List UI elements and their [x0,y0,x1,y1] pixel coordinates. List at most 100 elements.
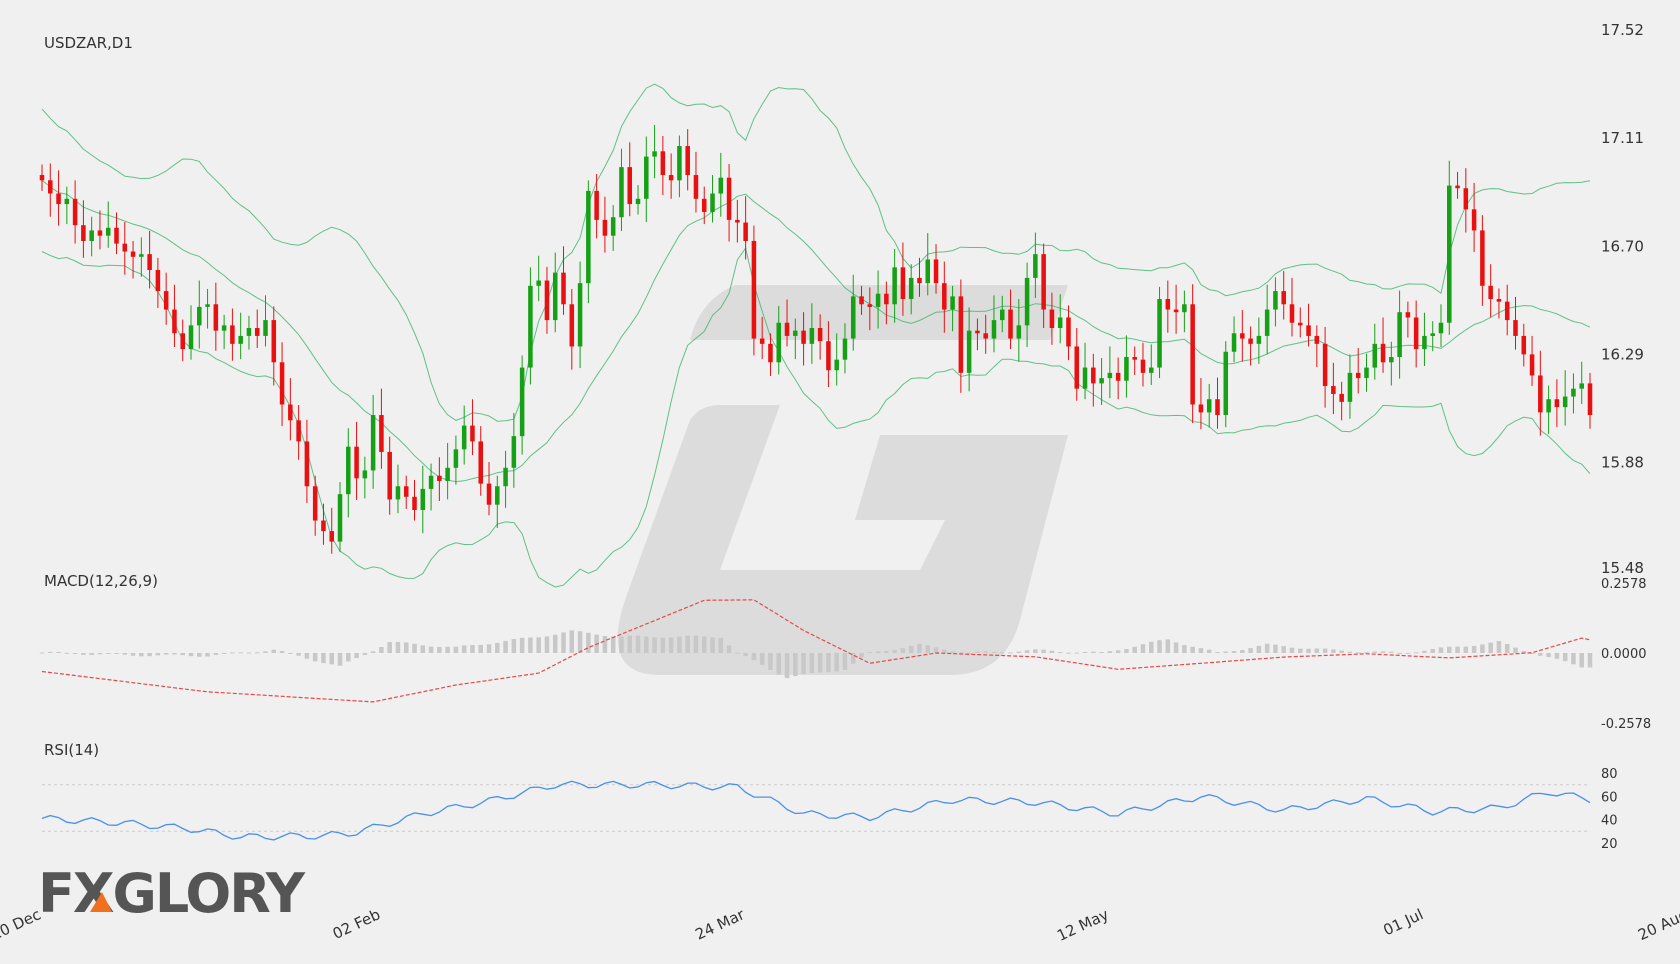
macd-bar [1190,646,1195,653]
macd-title: MACD(12,26,9) [44,572,158,590]
candle [1240,310,1245,362]
candle [486,461,492,516]
macd-bar [1364,652,1369,654]
macd-bar [917,643,922,653]
macd-bar [710,637,715,653]
macd-bar [437,646,442,653]
macd-bar [1504,643,1510,653]
macd-bar [561,632,566,653]
macd-bar [1057,652,1063,654]
macd-bar [296,653,301,656]
candle [751,225,757,356]
macd-bar [1115,650,1121,653]
candle [130,240,136,279]
candle [461,405,467,465]
macd-bar [1389,651,1394,653]
macd-bar [1140,644,1146,653]
candle [577,261,583,369]
macd-bar [768,653,773,670]
candle [1554,379,1560,428]
candle [1190,284,1195,423]
macd-bar [1587,653,1593,668]
macd-bar [114,653,119,654]
macd-bar [875,651,881,653]
macd-bar [718,637,724,653]
macd-bar [660,637,666,653]
candle [586,180,591,304]
candle [1314,325,1320,368]
macd-bar [950,651,955,653]
candle [412,479,417,521]
candle [1413,300,1419,368]
macd-bar [511,639,517,653]
candle [89,216,94,257]
candle [1148,344,1154,385]
macd-bar [1480,644,1485,653]
candle [437,457,442,502]
macd-bar [958,652,964,654]
macd-bar [1447,646,1452,653]
macd-bar [942,649,947,653]
macd-bar [975,651,980,653]
candle [172,284,177,347]
macd-bar [1124,648,1129,653]
candle [635,185,641,215]
macd-bar [254,652,260,654]
macd-bar [842,653,848,670]
candle [48,163,53,217]
candle [561,246,566,315]
candle [544,266,550,334]
macd-bar [461,645,467,653]
candle [627,142,633,217]
macd-bar [1413,652,1419,654]
candle [304,419,310,504]
candle [1339,381,1344,421]
candle [1455,171,1460,199]
macd-bar [834,653,839,672]
macd-bar [130,653,136,656]
macd-bar [428,646,434,653]
candle [536,255,541,302]
macd-bar [544,636,550,653]
macd-bar [536,637,541,653]
price-chart-title: USDZAR,D1 [44,34,133,52]
macd-bar [329,653,334,665]
rsi-tick-label: 80 [1601,767,1618,782]
candle [1223,341,1229,428]
candle [1538,350,1543,436]
candle [362,456,368,499]
macd-bar [966,652,972,654]
macd-bar [1562,653,1568,662]
macd-bar [1571,653,1576,665]
macd-bar [1091,651,1096,653]
macd-bar [1256,645,1262,653]
macd-bar [81,653,86,655]
candle [511,412,517,488]
axis-labels: 17.5217.1116.7016.2915.8815.4810 Dec 02 F… [0,21,1680,945]
macd-bar [1132,646,1137,653]
candle [1364,353,1369,392]
rsi-tick-label: 60 [1601,790,1618,805]
candle [221,314,227,350]
macd-bar [1049,650,1055,653]
price-tick-label: 17.11 [1601,129,1644,147]
macd-bar [395,641,401,653]
macd-bar [1240,650,1245,653]
macd-bar [735,652,740,654]
macd-bar [89,653,94,655]
macd-bar [271,649,277,653]
macd-bar [519,637,525,653]
macd-bar [445,646,450,653]
macd-bar [470,645,475,653]
macd-bar [652,637,657,653]
macd-bar [1298,648,1303,653]
macd-bar [1546,653,1551,658]
price-tick-label: 15.48 [1601,559,1644,577]
macd-bar [122,653,128,655]
macd-bar [784,653,790,679]
macd-bar [627,635,633,653]
candle [1264,284,1270,355]
macd-bar [693,635,699,653]
macd-bar [859,653,864,658]
candle [1132,346,1137,375]
